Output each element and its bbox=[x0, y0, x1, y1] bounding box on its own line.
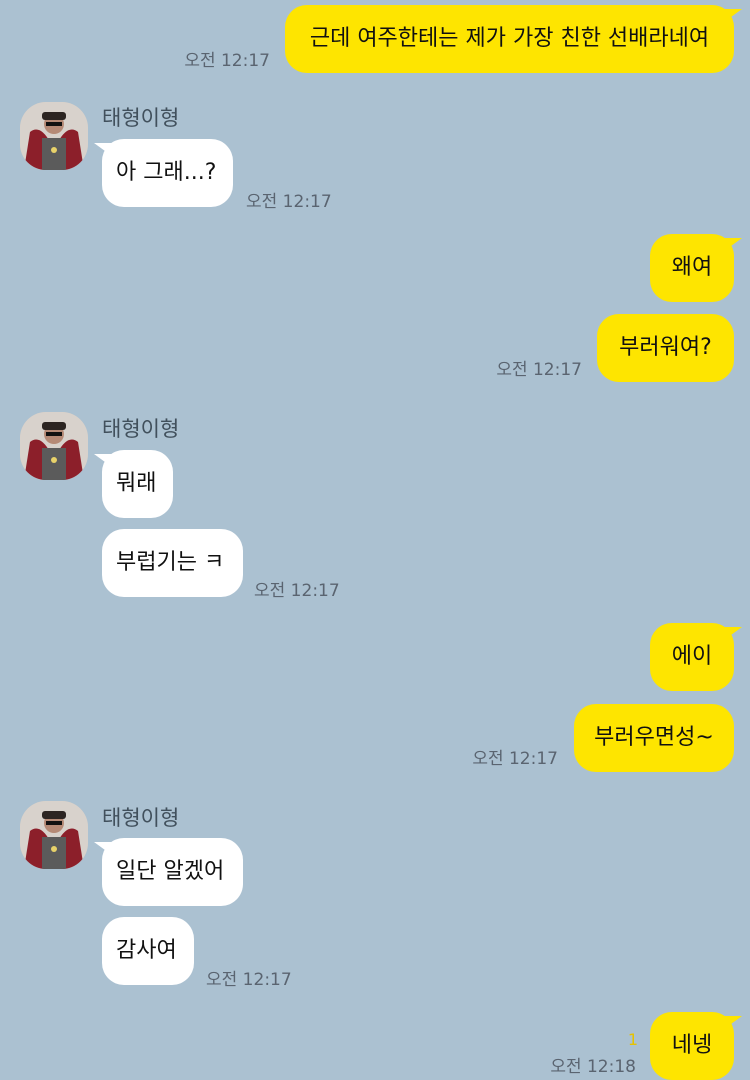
message-time: 오전 12:17 bbox=[496, 360, 582, 380]
bubble-tail bbox=[720, 9, 742, 25]
incoming-message-bubble[interactable]: 뭐래 bbox=[102, 450, 173, 518]
bubble-tail bbox=[720, 238, 742, 254]
bubble-tail bbox=[720, 1016, 742, 1032]
message-time: 오전 12:17 bbox=[254, 581, 340, 601]
incoming-message-bubble[interactable]: 감사여 bbox=[102, 917, 194, 985]
outgoing-message-bubble[interactable]: 부러워여? bbox=[597, 314, 734, 382]
chat-message-list[interactable]: 오전 12:17 근데 여주한테는 제가 가장 친한 선배라네여 태형이형 아 … bbox=[0, 0, 750, 1080]
profile-photo-icon bbox=[20, 102, 88, 170]
contact-avatar[interactable] bbox=[20, 801, 88, 869]
incoming-message-bubble[interactable]: 부럽기는 ㅋ bbox=[102, 529, 243, 597]
profile-photo-icon bbox=[20, 412, 88, 480]
contact-name: 태형이형 bbox=[102, 106, 180, 130]
message-time: 오전 12:17 bbox=[472, 749, 558, 769]
message-time: 오전 12:17 bbox=[246, 192, 332, 212]
outgoing-message-bubble[interactable]: 근데 여주한테는 제가 가장 친한 선배라네여 bbox=[285, 5, 734, 73]
unread-count-badge: 1 bbox=[627, 1030, 638, 1049]
contact-name: 태형이형 bbox=[102, 806, 180, 830]
incoming-message-bubble[interactable]: 일단 알겠어 bbox=[102, 838, 243, 906]
message-time: 오전 12:17 bbox=[206, 970, 292, 990]
contact-name: 태형이형 bbox=[102, 417, 180, 441]
incoming-message-bubble[interactable]: 아 그래...? bbox=[102, 139, 233, 207]
contact-avatar[interactable] bbox=[20, 412, 88, 480]
message-time: 오전 12:18 bbox=[550, 1057, 636, 1077]
profile-photo-icon bbox=[20, 801, 88, 869]
outgoing-message-bubble[interactable]: 부러우면성~ bbox=[574, 704, 734, 772]
message-time: 오전 12:17 bbox=[184, 51, 270, 71]
bubble-tail bbox=[720, 627, 742, 643]
contact-avatar[interactable] bbox=[20, 102, 88, 170]
